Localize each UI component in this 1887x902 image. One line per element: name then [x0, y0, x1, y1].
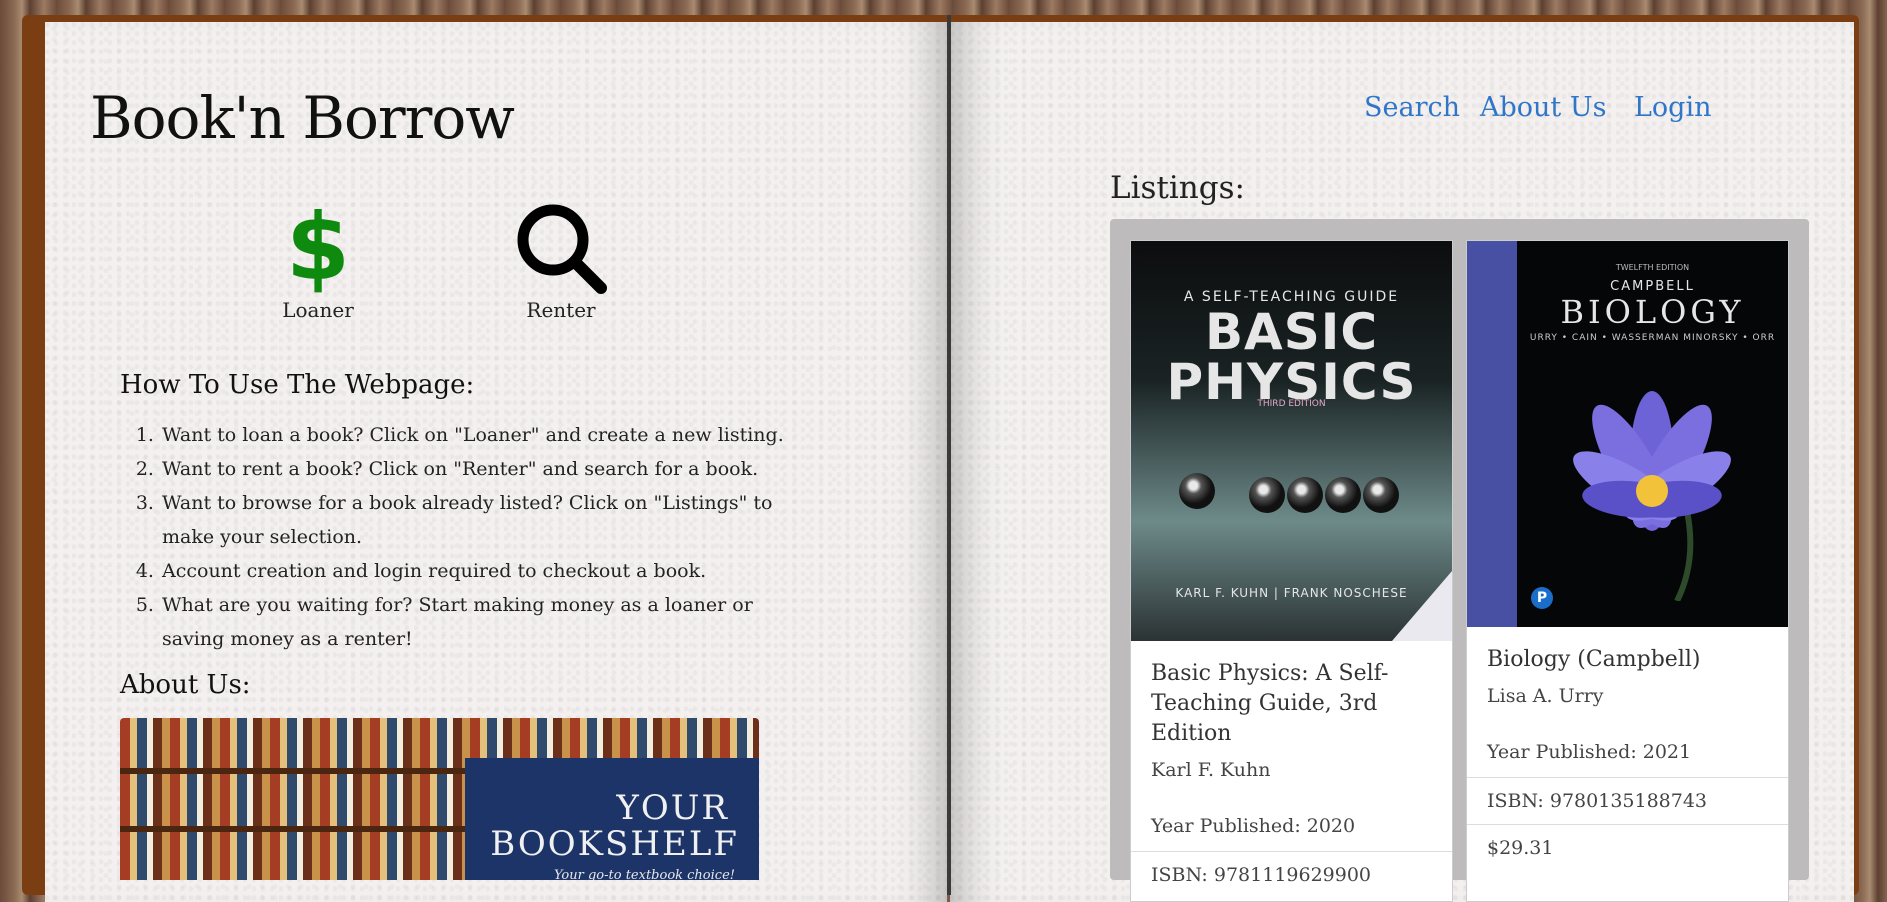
publisher-logo: P — [1531, 587, 1553, 609]
listing-title: Basic Physics: A Self-Teaching Guide, 3r… — [1151, 661, 1389, 746]
book-spine — [947, 15, 951, 895]
cover-edition-text: TWELFTH EDITION — [1615, 263, 1690, 272]
about-us-heading: About Us: — [120, 670, 251, 700]
listing-author: Lisa A. Urry — [1487, 685, 1604, 707]
loaner-label: Loaner — [282, 298, 354, 322]
dollar-icon: $ — [285, 194, 350, 301]
list-item: Want to loan a book? Click on "Loaner" a… — [160, 418, 810, 452]
listing-card-biology[interactable]: TWELFTH EDITION CAMPBELL BIOLOGY URRY • … — [1466, 240, 1789, 902]
cover-title-text: BIOLOGY — [1560, 293, 1745, 331]
newton-ball — [1325, 477, 1361, 513]
listings-heading: Listings: — [1110, 170, 1245, 206]
cover-side-bar — [1467, 241, 1517, 627]
book-cover-image: TWELFTH EDITION CAMPBELL BIOLOGY URRY • … — [1467, 241, 1788, 627]
banner-tagline: Your go-to textbook choice! — [553, 868, 735, 880]
cover-edition-text: THIRD EDITION — [1257, 399, 1326, 409]
listing-card-basic-physics[interactable]: A SELF-TEACHING GUIDE BASIC PHYSICS THIR… — [1130, 240, 1453, 902]
page-curl — [1392, 571, 1452, 641]
listing-price: $29.31 — [1467, 824, 1788, 871]
cover-campbell-text: CAMPBELL — [1610, 279, 1695, 294]
about-banner-image: YOUR BOOKSHELF Your go-to textbook choic… — [120, 718, 759, 880]
brand-title: Book'n Borrow — [90, 84, 515, 152]
listing-title: Biology (Campbell) — [1487, 647, 1701, 672]
listing-isbn: ISBN: 9780135188743 — [1467, 777, 1788, 824]
list-item: What are you waiting for? Start making m… — [160, 588, 810, 656]
list-item: Account creation and login required to c… — [160, 554, 810, 588]
newton-ball — [1249, 477, 1285, 513]
cover-title-text: BASIC PHYSICS — [1166, 303, 1417, 411]
cover-authors-text: URRY • CAIN • WASSERMAN MINORSKY • ORR — [1529, 333, 1776, 343]
newton-ball — [1363, 477, 1399, 513]
renter-button[interactable]: Renter — [496, 200, 626, 322]
loaner-button[interactable]: $ Loaner — [253, 194, 383, 323]
lotus-flower-icon — [1573, 391, 1731, 601]
book-cover-image: A SELF-TEACHING GUIDE BASIC PHYSICS THIR… — [1131, 241, 1452, 641]
nav-about-us-link[interactable]: About Us — [1480, 92, 1606, 123]
list-item: Want to rent a book? Click on "Renter" a… — [160, 452, 810, 486]
newton-ball — [1179, 473, 1215, 509]
listings-container: A SELF-TEACHING GUIDE BASIC PHYSICS THIR… — [1110, 219, 1809, 902]
listing-year: Year Published: 2020 — [1151, 815, 1356, 837]
newton-ball — [1287, 477, 1323, 513]
listing-author: Karl F. Kuhn — [1151, 759, 1271, 781]
banner-line2: BOOKSHELF — [490, 824, 739, 864]
listing-isbn: ISBN: 9781119629900 — [1131, 851, 1452, 898]
nav-search-link[interactable]: Search — [1364, 92, 1460, 123]
how-to-heading: How To Use The Webpage: — [120, 370, 475, 400]
renter-label: Renter — [526, 298, 596, 322]
search-icon — [517, 204, 607, 294]
listing-year: Year Published: 2021 — [1487, 741, 1692, 763]
list-item: Want to browse for a book already listed… — [160, 486, 810, 554]
nav-login-link[interactable]: Login — [1634, 92, 1712, 123]
banner-line1: YOUR — [616, 788, 729, 828]
how-to-steps: Want to loan a book? Click on "Loaner" a… — [120, 418, 810, 656]
